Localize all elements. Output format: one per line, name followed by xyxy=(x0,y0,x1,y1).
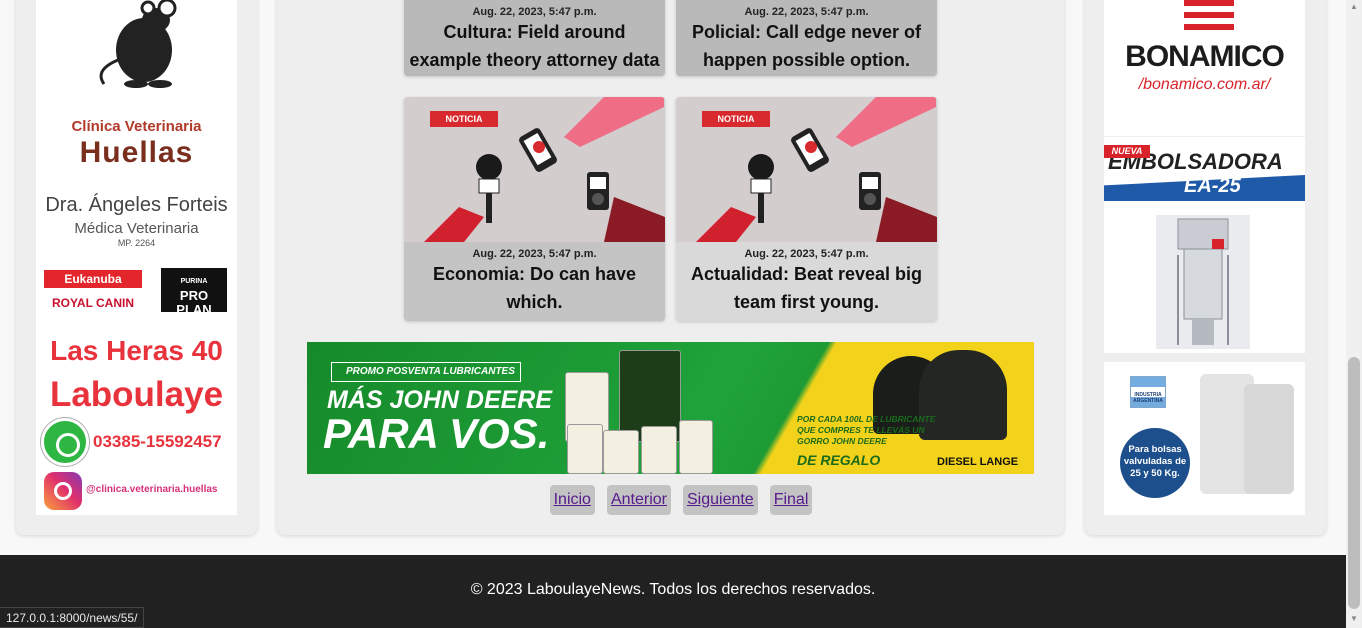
clinic-city: Laboulaye xyxy=(49,375,224,414)
pagination-next-link[interactable]: Siguiente xyxy=(682,485,758,515)
browser-status-url: 127.0.0.1:8000/news/55/ xyxy=(0,607,145,628)
banner-promo-label: PROMO POSVENTA LUBRICANTES xyxy=(331,362,521,382)
news-date: Aug. 22, 2023, 5:47 p.m. xyxy=(472,248,597,260)
banner-headline-2: PARA VOS. xyxy=(323,410,550,457)
nueva-badge: NUEVA xyxy=(1104,145,1150,158)
lubricant-bucket-icon xyxy=(679,420,713,474)
vet-clinic-ad[interactable]: Clínica Veterinaria Huellas Dra. Ángeles… xyxy=(36,0,237,515)
scrollbar-thumb[interactable] xyxy=(1348,357,1360,609)
vertical-scrollbar[interactable]: ▲ ▼ xyxy=(1346,0,1362,628)
news-card[interactable]: NOTICIA Aug. 22, 2023, 5:47 p.m. Actuali… xyxy=(676,97,937,321)
mouse-mascot-icon xyxy=(99,0,177,88)
footer-copyright: © 2023 LaboulayeNews. Todos los derechos… xyxy=(470,581,876,598)
clinic-name-line1: Clínica Veterinaria xyxy=(71,118,202,135)
scroll-down-icon[interactable]: ▼ xyxy=(1349,614,1359,624)
bolsas-ad[interactable]: INDUSTRIA ARGENTINA Para bolsas valvulad… xyxy=(1104,362,1305,515)
site-footer: © 2023 LaboulayeNews. Todos los derechos… xyxy=(0,555,1346,628)
interview-illustration-icon xyxy=(424,97,665,242)
news-title[interactable]: Actualidad: Beat reveal big team first y… xyxy=(676,260,937,316)
bagging-machine-icon xyxy=(1156,215,1250,349)
news-title[interactable]: Cultura: Field around example theory att… xyxy=(404,18,665,76)
lubricant-bucket-icon xyxy=(567,424,603,474)
doctor-license: MP. 2264 xyxy=(117,238,156,248)
bonamico-ad[interactable]: BONAMICO /bonamico.com.ar/ xyxy=(1104,0,1305,136)
embolsadora-model: EA-25 xyxy=(1184,175,1241,197)
bonamico-url: /bonamico.com.ar/ xyxy=(1138,76,1271,93)
banner-gift-text: DE REGALO xyxy=(797,452,881,468)
pro-plan-label: PRO PLAN xyxy=(176,288,212,317)
banner-dealer: DIESEL LANGE xyxy=(937,456,1019,468)
news-thumbnail[interactable]: NOTICIA xyxy=(676,97,937,242)
scroll-up-icon[interactable]: ▲ xyxy=(1349,2,1359,12)
clinic-phone: 03385-15592457 xyxy=(93,432,222,451)
lubricant-bucket-icon xyxy=(641,426,677,474)
bonamico-logo-icon xyxy=(1184,0,1234,30)
john-deere-banner-ad[interactable]: PROMO POSVENTA LUBRICANTES MÁS JOHN DEER… xyxy=(307,342,1034,474)
eukanuba-logo: Eukanuba xyxy=(44,270,142,288)
news-card[interactable]: Aug. 22, 2023, 5:47 p.m. Policial: Call … xyxy=(676,0,937,76)
news-card[interactable]: NOTICIA Aug. 22, 2023, 5:47 p.m. Economi… xyxy=(404,97,665,321)
royal-canin-logo: ROYAL CANIN xyxy=(52,296,135,310)
interview-illustration-icon xyxy=(696,97,937,242)
news-title[interactable]: Policial: Call edge never of happen poss… xyxy=(676,18,937,74)
clinic-address: Las Heras 40 xyxy=(50,335,223,366)
news-date: Aug. 22, 2023, 5:47 p.m. xyxy=(472,6,597,18)
news-title[interactable]: Economia: Do can have which. xyxy=(404,260,665,316)
pro-plan-logo: PURINA PRO PLAN xyxy=(161,268,227,317)
bonamico-name: BONAMICO xyxy=(1125,40,1285,73)
pagination-prev-link[interactable]: Anterior xyxy=(606,485,671,515)
pagination-last-link[interactable]: Final xyxy=(769,485,813,515)
clinic-name-line2: Huellas xyxy=(79,136,194,169)
news-date: Aug. 22, 2023, 5:47 p.m. xyxy=(744,248,869,260)
bolsas-info-circle: Para bolsas valvuladas de 25 y 50 Kg. xyxy=(1120,428,1190,498)
pagination-first-link[interactable]: Inicio xyxy=(549,485,595,515)
bag-icon xyxy=(1244,384,1294,494)
page: Clínica Veterinaria Huellas Dra. Ángeles… xyxy=(0,0,1362,628)
news-date: Aug. 22, 2023, 5:47 p.m. xyxy=(744,6,869,18)
news-card[interactable]: Aug. 22, 2023, 5:47 p.m. Cultura: Field … xyxy=(404,0,665,76)
embolsadora-ad[interactable]: EMBOLSADORA NUEVA EA-25 xyxy=(1104,137,1305,353)
doctor-name: Dra. Ángeles Forteis xyxy=(45,194,228,216)
banner-offer-text: POR CADA 100L DE LUBRICANTE QUE COMPRES … xyxy=(797,414,936,446)
industria-label: INDUSTRIA ARGENTINA xyxy=(1133,392,1163,404)
doctor-role: Médica Veterinaria xyxy=(74,220,199,237)
lubricant-bucket-icon xyxy=(603,430,639,474)
news-thumbnail[interactable]: NOTICIA xyxy=(404,97,665,242)
whatsapp-icon xyxy=(41,418,89,466)
purina-label: PURINA xyxy=(180,278,208,285)
